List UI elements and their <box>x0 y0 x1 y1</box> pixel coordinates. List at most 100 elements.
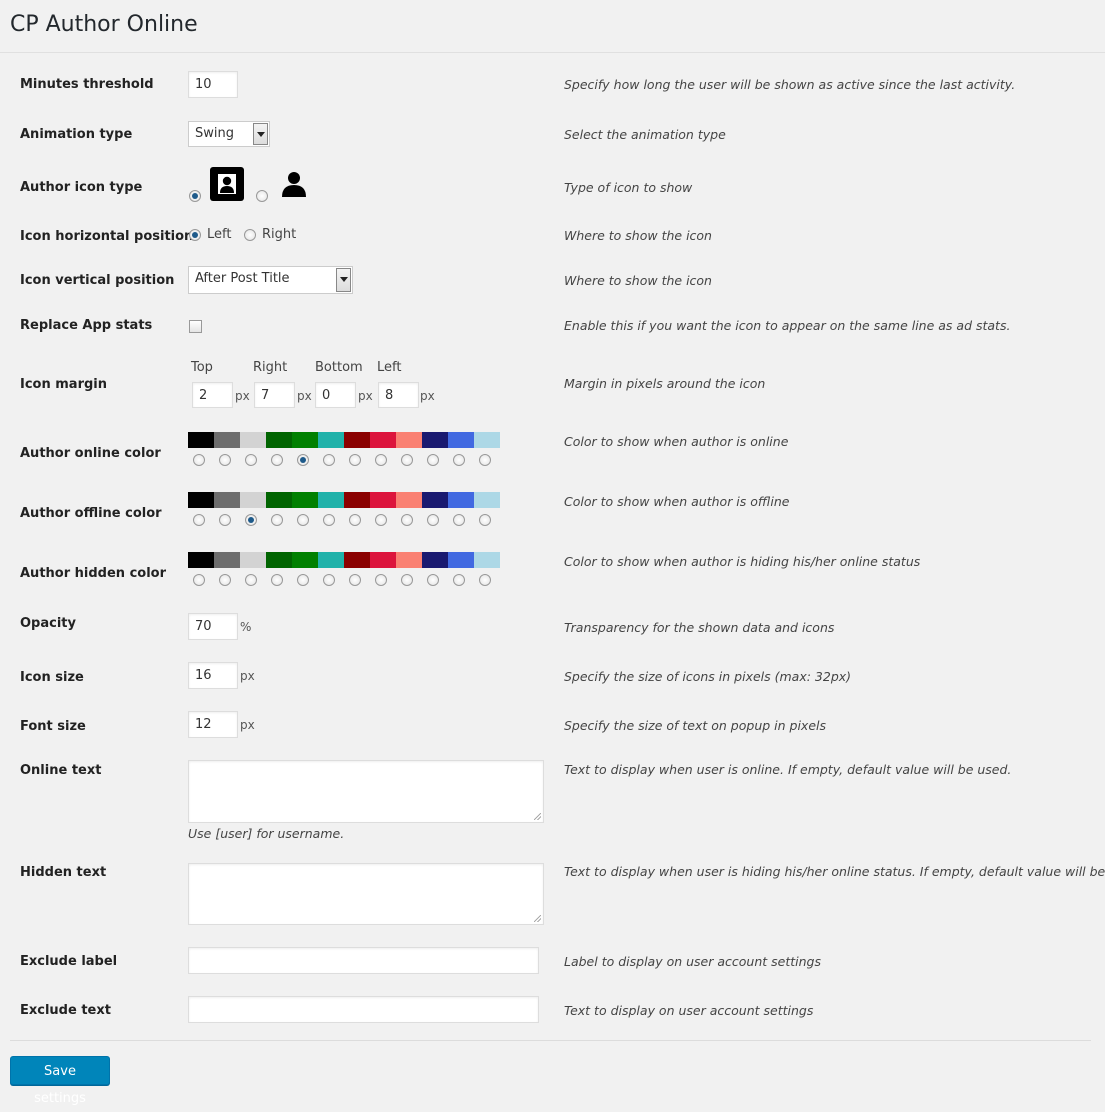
animation-type-select[interactable]: Swing <box>188 121 270 147</box>
hidden-text-desc: Text to display when user is hiding his/… <box>564 864 1105 879</box>
color-radio[interactable] <box>479 454 491 466</box>
icon-horizontal-desc: Where to show the icon <box>564 228 712 243</box>
author-icon-type-desc: Type of icon to show <box>564 180 693 195</box>
color-radio[interactable] <box>453 454 465 466</box>
color-radio[interactable] <box>375 454 387 466</box>
save-settings-button[interactable]: Save settings <box>10 1056 110 1106</box>
color-radio[interactable] <box>401 574 413 586</box>
color-radio[interactable] <box>323 454 335 466</box>
color-radio[interactable] <box>323 514 335 526</box>
color-swatch <box>396 552 422 568</box>
chevron-down-icon <box>336 268 351 292</box>
color-radio[interactable] <box>349 514 361 526</box>
color-radio[interactable] <box>193 574 205 586</box>
icon-margin-right-unit: px <box>297 389 312 403</box>
color-swatch <box>344 432 370 448</box>
icon-size-label: Icon size <box>20 670 84 685</box>
font-size-input[interactable] <box>188 711 238 738</box>
icon-margin-left-input[interactable] <box>378 382 419 408</box>
color-swatch <box>396 492 422 508</box>
online-text-textarea[interactable] <box>188 760 544 823</box>
color-radio[interactable] <box>349 454 361 466</box>
color-radio[interactable] <box>219 514 231 526</box>
color-radio[interactable] <box>323 574 335 586</box>
minutes-threshold-desc: Specify how long the user will be shown … <box>564 77 1016 92</box>
color-radio[interactable] <box>401 454 413 466</box>
color-radio[interactable] <box>375 514 387 526</box>
icon-horizontal-label: Icon horizontal position <box>20 229 194 244</box>
color-swatch <box>474 492 500 508</box>
font-size-desc: Specify the size of text on popup in pix… <box>564 718 826 733</box>
color-radio[interactable] <box>193 454 205 466</box>
hidden-text-textarea[interactable] <box>188 863 544 925</box>
icon-horizontal-radio-left[interactable] <box>189 229 201 241</box>
minutes-threshold-input[interactable] <box>188 71 238 98</box>
color-radio[interactable] <box>427 454 439 466</box>
color-radio[interactable] <box>193 514 205 526</box>
color-swatch <box>448 552 474 568</box>
color-radio[interactable] <box>349 574 361 586</box>
author-icon-type-label: Author icon type <box>20 180 143 195</box>
animation-type-value: Swing <box>195 126 234 141</box>
chevron-down-icon <box>253 123 268 145</box>
author-online-color-label: Author online color <box>20 446 161 461</box>
resize-grip-icon[interactable] <box>534 813 541 820</box>
color-swatch <box>396 432 422 448</box>
color-swatch <box>422 432 448 448</box>
color-radio[interactable] <box>427 574 439 586</box>
color-radio[interactable] <box>245 574 257 586</box>
color-swatch <box>188 492 214 508</box>
color-swatch <box>370 492 396 508</box>
color-radio[interactable] <box>375 574 387 586</box>
icon-margin-desc: Margin in pixels around the icon <box>564 376 766 391</box>
page-title: CP Author Online <box>10 12 198 37</box>
color-radio[interactable] <box>297 574 309 586</box>
color-radio[interactable] <box>271 514 283 526</box>
color-radio[interactable] <box>479 514 491 526</box>
icon-size-input[interactable] <box>188 662 238 689</box>
minutes-threshold-label: Minutes threshold <box>20 77 154 92</box>
replace-app-stats-desc: Enable this if you want the icon to appe… <box>564 318 1011 333</box>
color-swatch <box>214 492 240 508</box>
online-text-hint: Use [user] for username. <box>188 826 345 841</box>
title-divider <box>0 52 1105 53</box>
color-radio[interactable] <box>427 514 439 526</box>
color-radio[interactable] <box>453 574 465 586</box>
color-radio[interactable] <box>297 514 309 526</box>
color-radio[interactable] <box>219 574 231 586</box>
color-swatch <box>318 492 344 508</box>
opacity-input[interactable] <box>188 613 238 640</box>
icon-margin-bottom-input[interactable] <box>315 382 356 408</box>
resize-grip-icon[interactable] <box>534 915 541 922</box>
color-radio[interactable] <box>245 454 257 466</box>
color-radio[interactable] <box>401 514 413 526</box>
color-swatch <box>188 552 214 568</box>
animation-type-label: Animation type <box>20 127 133 142</box>
replace-app-stats-checkbox[interactable] <box>189 320 202 333</box>
color-radio[interactable] <box>479 574 491 586</box>
color-swatch <box>188 432 214 448</box>
color-radio[interactable] <box>453 514 465 526</box>
color-radio[interactable] <box>245 514 257 526</box>
icon-margin-right-input[interactable] <box>254 382 295 408</box>
icon-vertical-desc: Where to show the icon <box>564 273 712 288</box>
color-radio[interactable] <box>271 574 283 586</box>
exclude-label-input[interactable] <box>188 947 539 974</box>
author-hidden-color-desc: Color to show when author is hiding his/… <box>564 554 921 569</box>
animation-type-desc: Select the animation type <box>564 127 726 142</box>
color-radio[interactable] <box>219 454 231 466</box>
author-icon-type-radio-silhouette[interactable] <box>256 190 268 202</box>
color-swatch <box>474 552 500 568</box>
color-radio[interactable] <box>297 454 309 466</box>
icon-margin-top-input[interactable] <box>192 382 233 408</box>
exclude-text-input[interactable] <box>188 996 539 1023</box>
icon-margin-top-unit: px <box>235 389 250 403</box>
color-swatch <box>448 432 474 448</box>
color-radio[interactable] <box>271 454 283 466</box>
author-icon-type-radio-square[interactable] <box>189 190 201 202</box>
icon-size-desc: Specify the size of icons in pixels (max… <box>564 669 852 684</box>
icon-horizontal-right-label: Right <box>262 227 297 242</box>
icon-horizontal-radio-right[interactable] <box>244 229 256 241</box>
icon-vertical-select[interactable]: After Post Title <box>188 266 353 294</box>
icon-margin-left-label: Left <box>377 360 402 375</box>
